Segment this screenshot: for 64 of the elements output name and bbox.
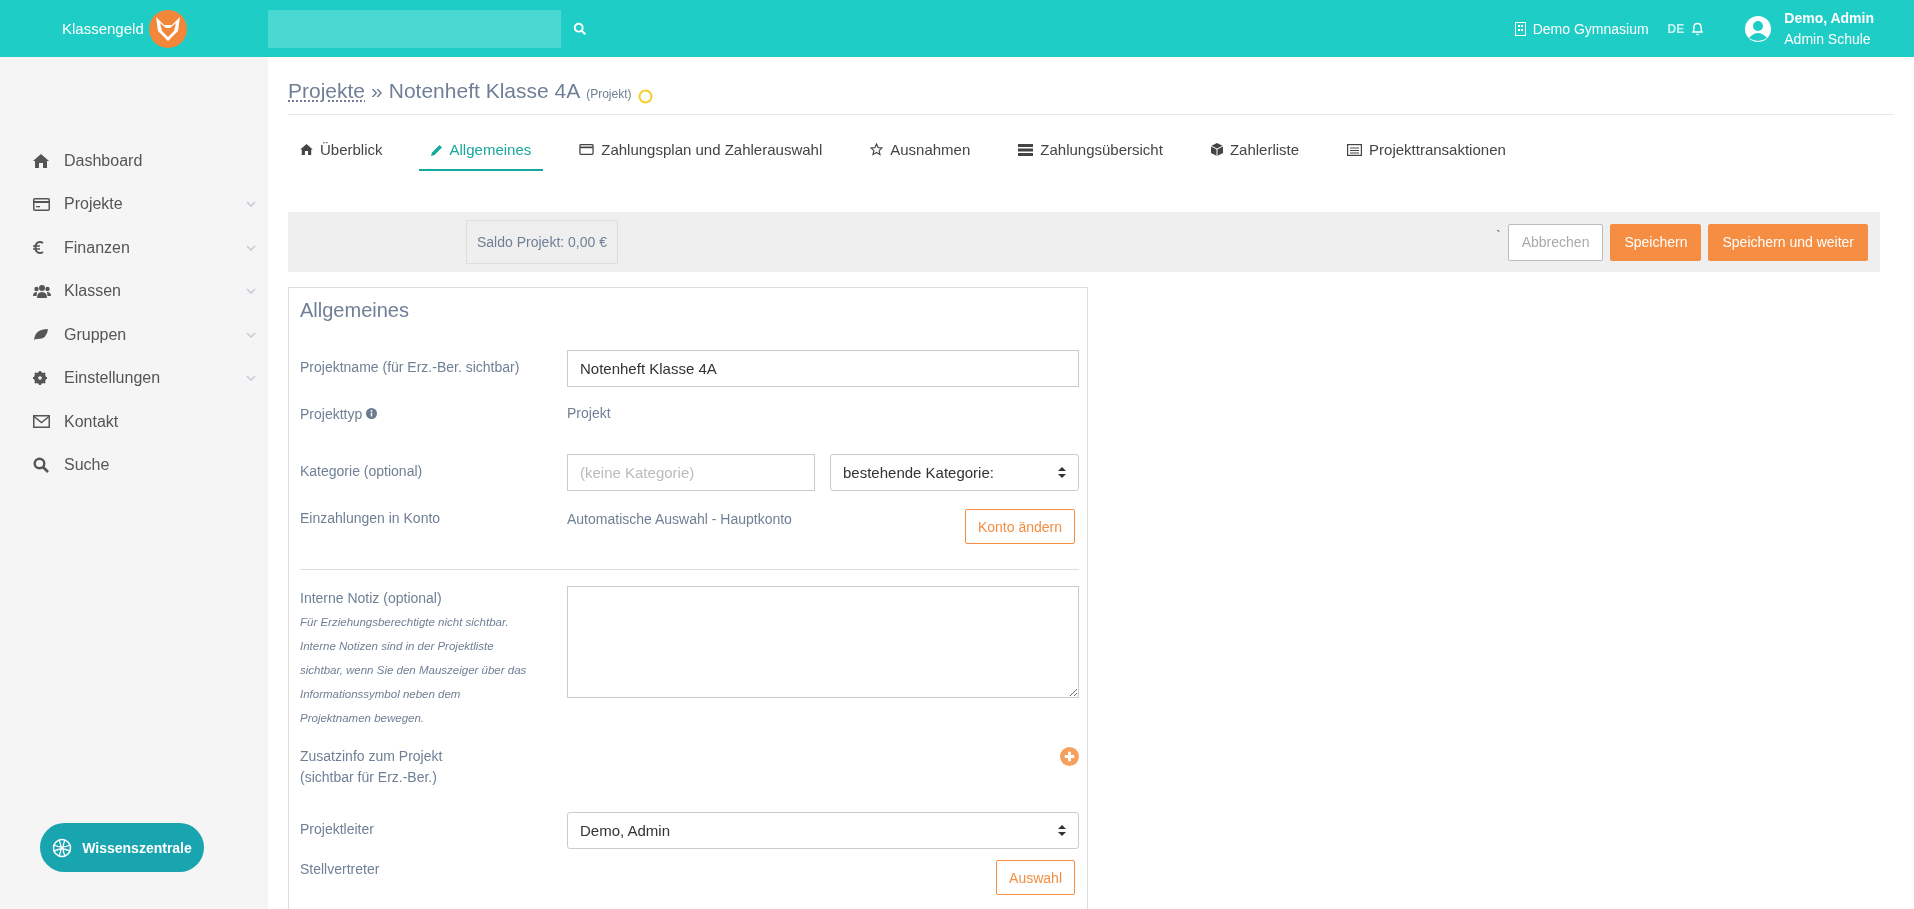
server-icon bbox=[1018, 143, 1034, 156]
category-field[interactable]: (keine Kategorie) bbox=[567, 454, 815, 491]
status-circle-icon bbox=[637, 89, 653, 104]
note-field[interactable] bbox=[567, 586, 1079, 698]
sort-arrows-icon bbox=[1058, 825, 1066, 836]
credit-card-icon bbox=[579, 144, 595, 155]
project-lead-select[interactable]: Demo, Admin bbox=[567, 812, 1079, 849]
leaf-icon bbox=[33, 328, 49, 342]
settings-icon bbox=[33, 371, 47, 386]
building-icon bbox=[1514, 21, 1526, 36]
project-type-label: (Projekt) bbox=[586, 87, 632, 101]
field-label: Projekttyp bbox=[300, 406, 363, 422]
star-icon bbox=[870, 143, 884, 156]
field-label: Kategorie (optional) bbox=[300, 463, 423, 479]
category-select[interactable]: bestehende Kategorie: bbox=[830, 454, 1079, 491]
fox-logo-icon[interactable] bbox=[147, 8, 188, 49]
add-icon[interactable] bbox=[1060, 747, 1079, 766]
sort-arrows-icon bbox=[1058, 467, 1066, 478]
cube-icon bbox=[1210, 143, 1223, 156]
tab[interactable]: Zahlungsübersicht bbox=[1006, 132, 1175, 171]
envelope-icon bbox=[33, 415, 50, 429]
sidebar-item[interactable]: Projekte bbox=[0, 182, 268, 226]
euro-icon bbox=[33, 241, 44, 255]
sidebar-item[interactable]: Gruppen bbox=[0, 313, 268, 357]
field-label: Stellvertreter bbox=[300, 861, 380, 877]
avatar-icon[interactable] bbox=[1744, 14, 1773, 43]
pencil-icon bbox=[430, 143, 443, 156]
credit-card-icon bbox=[33, 197, 50, 211]
tab[interactable]: Überblick bbox=[288, 132, 395, 171]
search-field[interactable] bbox=[268, 9, 561, 48]
section-title: Allgemeines bbox=[300, 299, 410, 322]
breadcrumb-separator: » bbox=[371, 79, 383, 103]
search-icon[interactable] bbox=[573, 21, 587, 36]
field-label: Projektleiter bbox=[300, 821, 374, 837]
page-title: Notenheft Klasse 4A bbox=[388, 79, 581, 103]
field-value: Automatische Auswahl - Hauptkonto bbox=[567, 510, 792, 527]
list-icon bbox=[1347, 143, 1363, 156]
home-icon bbox=[300, 144, 313, 155]
sidebar-item[interactable]: Klassen bbox=[0, 269, 268, 313]
users-icon bbox=[33, 284, 51, 299]
field-label: Einzahlungen in Konto bbox=[300, 510, 441, 526]
tab[interactable]: Ausnahmen bbox=[858, 132, 983, 171]
field-hint: Für Erziehungsberechtigte nicht sichtbar. Interne Notizen sind in der Projektliste sichtbar, wenn Sie den Mauszeiger über das Informationssymbol neben dem Projektnamen bewegen. bbox=[300, 614, 528, 727]
project-name-field[interactable]: Notenheft Klasse 4A bbox=[567, 350, 1079, 387]
field-label: Zusatzinfo zum Projekt (sichtbar für Erz.-Ber.) bbox=[300, 748, 443, 785]
globe-icon bbox=[52, 837, 73, 858]
sidebar-item[interactable]: Einstellungen bbox=[0, 356, 268, 400]
sidebar-item[interactable]: Suche bbox=[0, 443, 268, 487]
sidebar-item[interactable]: Dashboard bbox=[0, 139, 268, 183]
tab[interactable]: Projekttransaktionen bbox=[1335, 132, 1518, 171]
breadcrumb-link[interactable]: Projekte bbox=[288, 79, 366, 103]
home-icon bbox=[33, 153, 49, 168]
tab[interactable]: Zahlungsplan und Zahlerauswahl bbox=[567, 132, 835, 171]
stray-mark: ` bbox=[1496, 228, 1501, 243]
field-label: Interne Notiz (optional) bbox=[300, 590, 442, 606]
field-value: Projekt bbox=[567, 405, 611, 421]
search-icon bbox=[33, 457, 49, 474]
bell-icon[interactable] bbox=[1691, 21, 1705, 36]
balance-box: Saldo Projekt: 0,00 € bbox=[466, 220, 618, 264]
tab[interactable]: Zahlerliste bbox=[1198, 132, 1312, 171]
sidebar-item[interactable]: Kontakt bbox=[0, 400, 268, 444]
user-role: Admin Schule bbox=[1784, 31, 1872, 47]
field-label: Projektname (für Erz.-Ber. sichtbar) bbox=[300, 359, 520, 375]
sidebar-item[interactable]: Finanzen bbox=[0, 226, 268, 270]
